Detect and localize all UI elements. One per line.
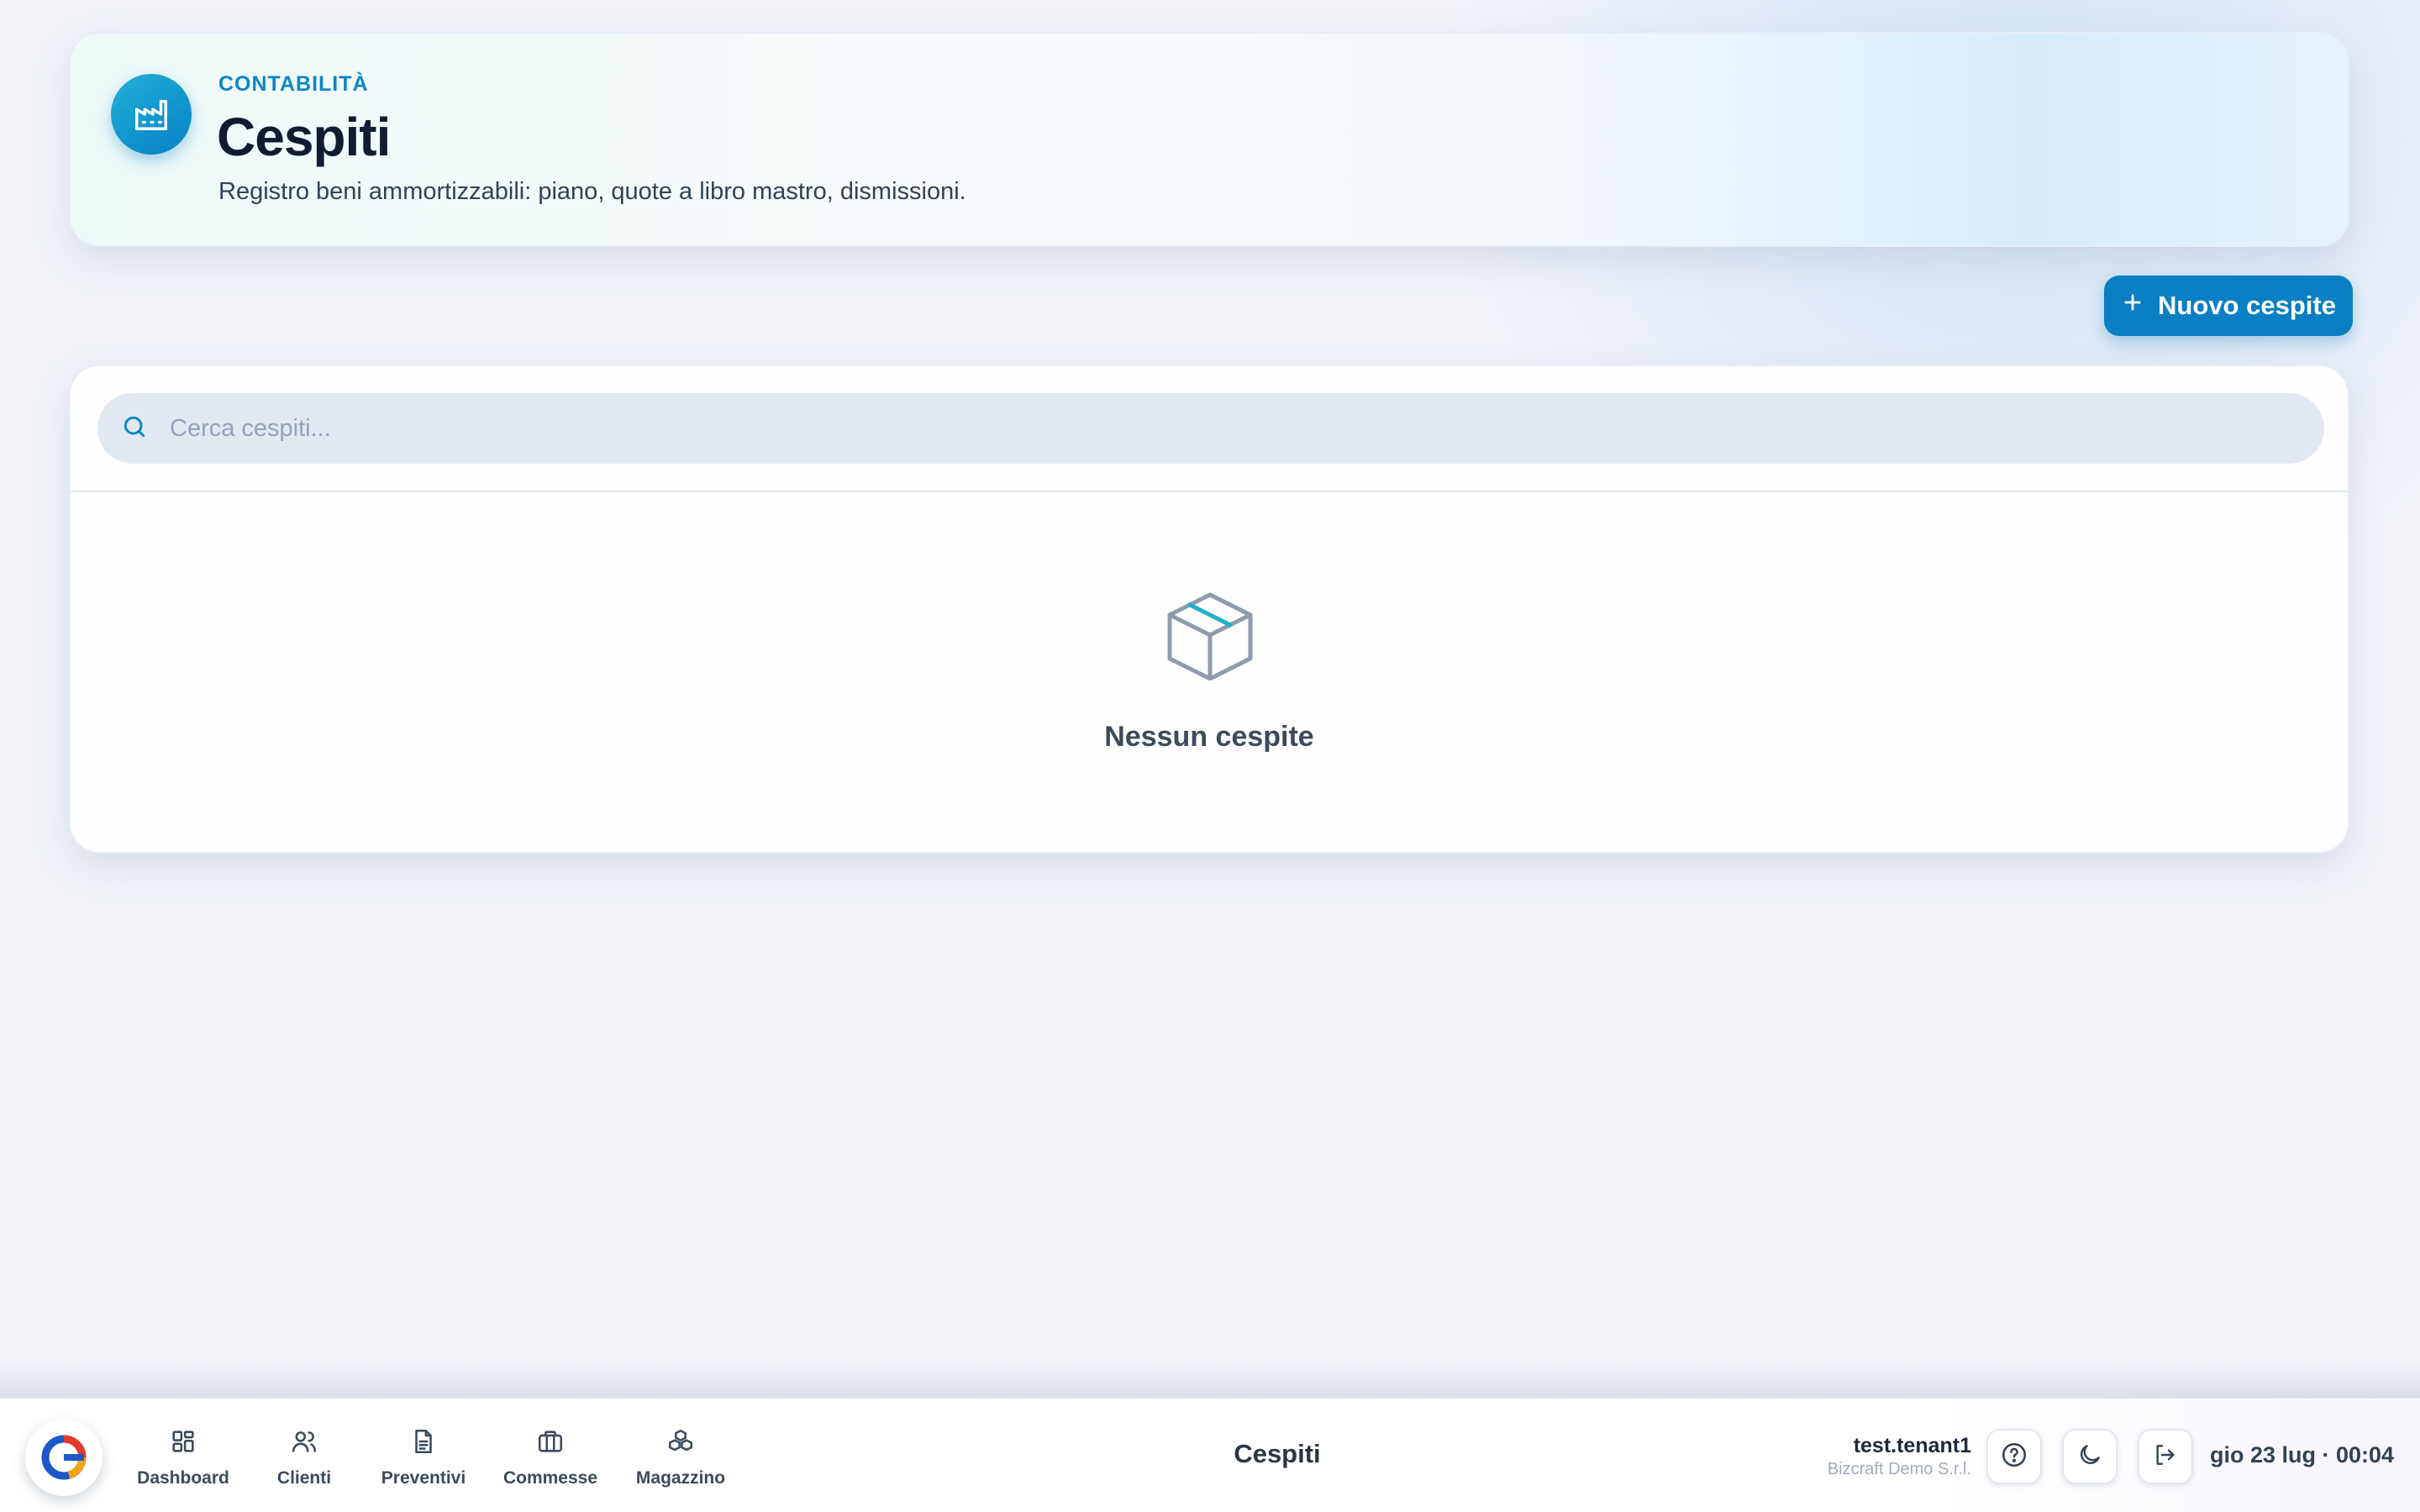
moon-icon bbox=[2076, 1441, 2103, 1473]
nav-dashboard-label: Dashboard bbox=[137, 1468, 229, 1488]
user-name: test.tenant1 bbox=[1853, 1434, 1971, 1457]
boxes-icon bbox=[666, 1427, 695, 1460]
dashboard-icon bbox=[169, 1427, 197, 1460]
page-subtitle: Registro beni ammortizzabili: piano, quo… bbox=[218, 178, 966, 205]
new-cespite-label: Nuovo cespite bbox=[2158, 291, 2336, 320]
users-icon bbox=[290, 1427, 318, 1460]
search-bar[interactable] bbox=[97, 393, 2324, 464]
package-icon bbox=[1163, 586, 1257, 681]
nav-commesse[interactable]: Commesse bbox=[487, 1427, 613, 1494]
nav-preventivi[interactable]: Preventivi bbox=[360, 1427, 487, 1494]
document-icon bbox=[409, 1427, 438, 1460]
plus-icon bbox=[2121, 291, 2144, 321]
bottom-bar-shadow bbox=[0, 1361, 2420, 1398]
new-cespite-button[interactable]: Nuovo cespite bbox=[2104, 276, 2353, 336]
search-icon bbox=[121, 413, 148, 444]
user-company: Bizcraft Demo S.r.l. bbox=[1827, 1460, 1971, 1478]
empty-state-text: Nessun cespite bbox=[1104, 721, 1314, 753]
help-icon bbox=[2000, 1441, 2028, 1473]
page-title: Cespiti bbox=[217, 107, 391, 167]
search-input[interactable] bbox=[168, 413, 2272, 444]
nav-magazzino-label: Magazzino bbox=[635, 1468, 726, 1488]
nav-clienti-label: Clienti bbox=[276, 1468, 332, 1488]
nav-magazzino[interactable]: Magazzino bbox=[618, 1427, 744, 1494]
divider bbox=[71, 491, 2348, 492]
datetime: gio 23 lug · 00:04 bbox=[2210, 1442, 2395, 1467]
section-eyebrow: CONTABILITÀ bbox=[218, 72, 369, 96]
theme-toggle-button[interactable] bbox=[2062, 1429, 2118, 1484]
nav-dashboard[interactable]: Dashboard bbox=[120, 1427, 246, 1494]
current-page-title: Cespiti bbox=[1234, 1439, 1321, 1468]
help-button[interactable] bbox=[1986, 1429, 2042, 1484]
page-header: CONTABILITÀ Cespiti Registro beni ammort… bbox=[69, 32, 2349, 247]
logout-icon bbox=[2152, 1441, 2179, 1473]
factory-icon bbox=[111, 74, 192, 155]
nav-clienti[interactable]: Clienti bbox=[241, 1427, 367, 1494]
app-logo[interactable] bbox=[25, 1419, 103, 1496]
bottom-nav-bar: Dashboard Clienti Preventivi Commesse Ma… bbox=[0, 1398, 2420, 1512]
cespiti-list-card: Nessun cespite bbox=[69, 365, 2349, 853]
logout-button[interactable] bbox=[2138, 1429, 2193, 1484]
briefcase-icon bbox=[536, 1427, 565, 1460]
nav-commesse-label: Commesse bbox=[502, 1468, 598, 1488]
nav-preventivi-label: Preventivi bbox=[381, 1468, 466, 1488]
